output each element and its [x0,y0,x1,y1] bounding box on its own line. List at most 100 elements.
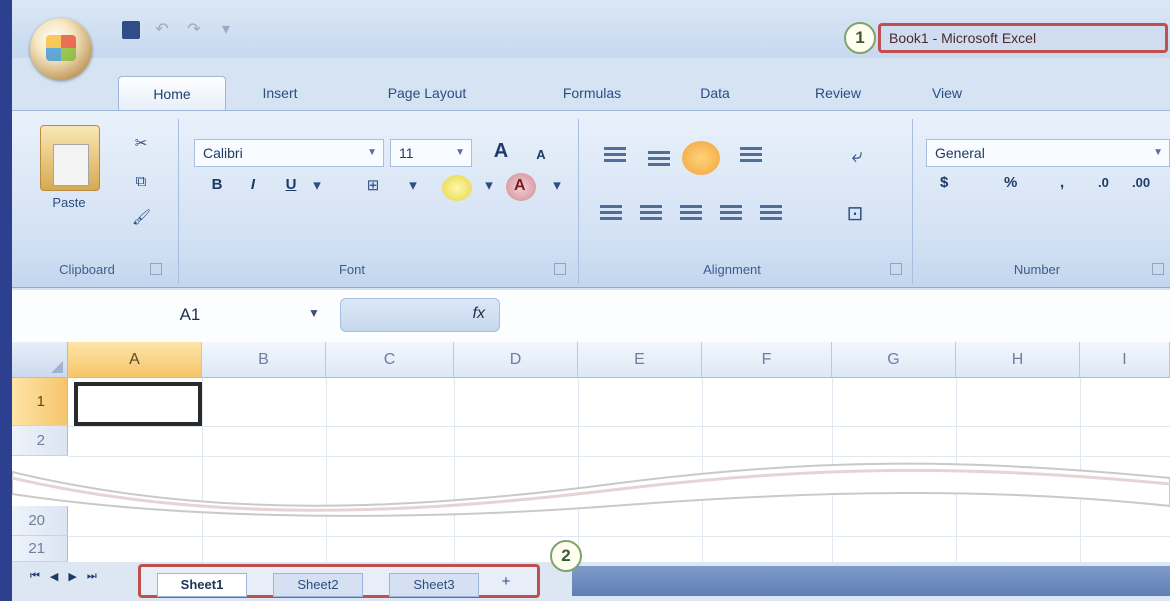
column-header-c[interactable]: C [326,342,454,378]
sheet-tab-3[interactable]: Sheet3 [389,573,479,597]
tab-home[interactable]: Home [118,76,226,111]
worksheet-grid[interactable]: A B C D E F G H I 1 2 20 21 [12,342,1170,562]
ribbon: Paste ✂ ⧉ 🖌 Clipboard Calibri ▼ 11 ▼ A A… [12,110,1170,288]
row-header-1[interactable]: 1 [12,378,68,426]
grow-font-button[interactable]: A [490,139,512,163]
gridline [202,378,203,562]
underline-button[interactable]: U [280,173,302,197]
align-bottom-icon[interactable] [682,141,720,175]
align-top-icon[interactable] [604,147,626,165]
fill-color-icon[interactable] [442,175,472,201]
orientation-icon[interactable] [740,147,762,165]
gridline [326,378,327,562]
tab-review[interactable]: Review [790,76,886,110]
number-launcher-icon[interactable] [1152,263,1164,275]
undo-icon[interactable]: ↶ [152,21,172,39]
insert-function-icon[interactable]: fx [473,305,485,323]
column-header-i[interactable]: I [1080,342,1170,378]
font-launcher-icon[interactable] [554,263,566,275]
insert-sheet-icon[interactable]: + [497,573,515,591]
align-left-icon[interactable] [600,205,622,223]
tab-page-layout[interactable]: Page Layout [352,76,502,110]
row-header-20[interactable]: 20 [12,506,68,536]
bold-button[interactable]: B [206,173,228,197]
chevron-down-icon: ▼ [1153,147,1163,158]
row-header-2[interactable]: 2 [12,426,68,456]
comma-style-button[interactable]: , [1060,169,1064,197]
first-sheet-icon[interactable]: ⏮ [30,570,40,583]
sheet-tab-1[interactable]: Sheet1 [157,573,247,597]
align-middle-icon[interactable] [648,151,670,169]
format-painter-icon[interactable]: 🖌 [132,209,151,227]
last-sheet-icon[interactable]: ⏭ [87,570,97,583]
chevron-down-icon[interactable]: ▼ [308,306,320,320]
excel-window: ↶ ↷ ▾ 1 Book1 - Microsoft Excel Home Ins… [12,0,1170,601]
customize-qat-icon[interactable]: ▾ [216,21,236,39]
window-title: Book1 - Microsoft Excel [878,23,1168,53]
decrease-decimal-button[interactable]: .00 [1132,169,1150,197]
merge-center-icon[interactable]: ⊡ [846,204,864,224]
chevron-down-icon[interactable]: ▾ [548,177,566,195]
increase-decimal-button[interactable]: .0 [1098,169,1109,197]
paste-icon[interactable] [40,125,100,191]
column-header-b[interactable]: B [202,342,326,378]
tab-insert[interactable]: Insert [240,76,320,110]
chevron-down-icon: ▼ [367,147,377,158]
sheet-navigation: ⏮ ◀ ▶ ⏭ [30,570,97,583]
gridline [956,378,957,562]
align-right-icon[interactable] [680,205,702,223]
active-cell-a1[interactable] [74,382,202,426]
chevron-down-icon[interactable]: ▾ [308,177,326,195]
name-box[interactable]: A1 [32,298,308,332]
italic-button[interactable]: I [242,173,264,197]
redo-icon[interactable]: ↷ [184,21,204,39]
chevron-down-icon: ▼ [455,147,465,158]
quick-access-toolbar: ↶ ↷ ▾ [122,18,236,42]
copy-icon[interactable]: ⧉ [132,173,150,191]
align-center-icon[interactable] [640,205,662,223]
next-sheet-icon[interactable]: ▶ [68,570,76,583]
font-name-combo[interactable]: Calibri ▼ [194,139,384,167]
font-size-value: 11 [399,145,414,161]
column-header-g[interactable]: G [832,342,956,378]
gridline [68,536,1170,537]
select-all-button[interactable] [12,342,68,378]
column-header-h[interactable]: H [956,342,1080,378]
tab-formulas[interactable]: Formulas [532,76,652,110]
cut-icon[interactable]: ✂ [132,135,150,153]
column-header-a[interactable]: A [68,342,202,378]
column-header-e[interactable]: E [578,342,702,378]
save-icon[interactable] [122,21,140,39]
chevron-down-icon[interactable]: ▾ [480,177,498,195]
chevron-down-icon[interactable]: ▾ [404,177,422,195]
alignment-launcher-icon[interactable] [890,263,902,275]
wrap-text-icon[interactable]: ⤶ [848,146,866,166]
font-size-combo[interactable]: 11 ▼ [390,139,472,167]
column-header-f[interactable]: F [702,342,832,378]
border-icon[interactable]: ⊞ [364,177,382,195]
currency-button[interactable]: $ [940,169,948,197]
gridline [702,378,703,562]
number-format-combo[interactable]: General ▼ [926,139,1170,167]
sheet-tabs-highlight: Sheet1 Sheet2 Sheet3 + [138,564,540,598]
clipboard-launcher-icon[interactable] [150,263,162,275]
office-button[interactable] [30,18,92,80]
sheet-tab-2[interactable]: Sheet2 [273,573,363,597]
formula-input[interactable] [508,298,1168,332]
column-header-d[interactable]: D [454,342,578,378]
tab-view[interactable]: View [912,76,982,110]
shrink-font-button[interactable]: A [530,143,552,167]
font-color-icon[interactable] [506,173,536,201]
ribbon-tabs: Home Insert Page Layout Formulas Data Re… [12,58,1170,114]
row-header-21[interactable]: 21 [12,536,68,562]
insert-function-group[interactable]: fx [340,298,500,332]
gridline [68,426,1170,427]
percent-button[interactable]: % [1004,169,1017,197]
prev-sheet-icon[interactable]: ◀ [50,570,58,583]
paste-button-label[interactable]: Paste [38,195,100,210]
group-label-number: Number [1013,262,1061,277]
group-divider [912,119,913,284]
increase-indent-icon[interactable] [760,205,782,223]
tab-data[interactable]: Data [680,76,750,110]
decrease-indent-icon[interactable] [720,205,742,223]
